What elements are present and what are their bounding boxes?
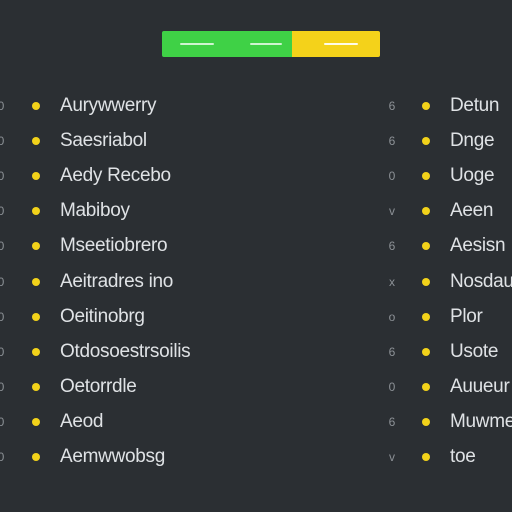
item-number: 0 bbox=[0, 415, 5, 430]
list-item[interactable]: 6 Muwme bbox=[380, 405, 512, 440]
item-number: 0 bbox=[0, 239, 5, 254]
item-number: v bbox=[389, 204, 395, 219]
list-item[interactable]: 0 Uoge bbox=[380, 158, 512, 193]
list-item[interactable]: 0 Aedy Recebo bbox=[0, 158, 240, 193]
list-item[interactable]: 0 Aeod bbox=[0, 405, 240, 440]
item-label: Aeod bbox=[60, 411, 104, 433]
bullet-icon bbox=[422, 171, 430, 180]
item-number: 6 bbox=[388, 344, 396, 359]
item-label: Detun bbox=[450, 94, 500, 116]
list-item[interactable]: 0 Oetorrdle bbox=[0, 370, 240, 405]
list-item[interactable]: v toe bbox=[380, 440, 512, 475]
bullet-icon bbox=[32, 207, 40, 216]
bullet-icon bbox=[32, 277, 40, 286]
item-label: Plor bbox=[450, 305, 483, 327]
item-label: Aurywwerry bbox=[60, 94, 157, 116]
item-number: 0 bbox=[0, 309, 5, 324]
item-label: Aemwwobsg bbox=[60, 446, 166, 468]
item-number: 0 bbox=[0, 380, 5, 395]
dash-mark bbox=[180, 43, 214, 45]
item-number: o bbox=[388, 309, 396, 324]
item-number: 6 bbox=[388, 415, 396, 430]
item-label: Oeitinobrg bbox=[60, 305, 145, 327]
dash-mark bbox=[250, 43, 282, 45]
item-number: 6 bbox=[388, 239, 396, 254]
item-number: v bbox=[389, 450, 395, 465]
item-label: Usote bbox=[450, 340, 499, 362]
item-number: 0 bbox=[0, 204, 5, 219]
item-label: Aeen bbox=[450, 200, 494, 222]
yellow-segment bbox=[292, 31, 380, 57]
bullet-icon bbox=[32, 453, 40, 462]
item-number: 0 bbox=[0, 344, 5, 359]
item-label: Dnge bbox=[450, 129, 495, 151]
item-number: 0 bbox=[0, 168, 5, 183]
list-item[interactable]: 0 Mabiboy bbox=[0, 194, 240, 229]
progress-header-bar bbox=[162, 31, 380, 57]
item-number: 6 bbox=[388, 98, 396, 113]
bullet-icon bbox=[32, 418, 40, 427]
list-item[interactable]: 0 Aemwwobsg bbox=[0, 440, 240, 475]
bullet-icon bbox=[32, 242, 40, 251]
bullet-icon bbox=[32, 312, 40, 321]
list-item[interactable]: 6 Aesisn bbox=[380, 229, 512, 264]
green-segment bbox=[162, 31, 302, 57]
item-number: 0 bbox=[0, 133, 5, 148]
item-label: Mabiboy bbox=[60, 200, 130, 222]
item-label: toe bbox=[450, 446, 476, 468]
list-item[interactable]: 0 Oeitinobrg bbox=[0, 299, 240, 334]
list-item[interactable]: 0 Mseetiobrero bbox=[0, 229, 240, 264]
item-label: Oetorrdle bbox=[60, 376, 137, 398]
item-number: 0 bbox=[0, 98, 5, 113]
list-item[interactable]: x Nosdaue bbox=[380, 264, 512, 299]
list-item[interactable]: 6 Dnge bbox=[380, 123, 512, 158]
bullet-icon bbox=[32, 136, 40, 145]
item-label: Aesisn bbox=[450, 235, 506, 257]
item-label: Aeitradres ino bbox=[60, 270, 174, 292]
item-label: Saesriabol bbox=[60, 129, 147, 151]
item-number: 6 bbox=[388, 133, 396, 148]
item-label: Auueur bbox=[450, 376, 510, 398]
item-number: x bbox=[389, 274, 395, 289]
left-list: 0 Aurywwerry 0 Saesriabol 0 Aedy Recebo 0 Ma… bbox=[0, 88, 240, 475]
bullet-icon bbox=[422, 242, 430, 251]
bullet-icon bbox=[32, 101, 40, 110]
bullet-icon bbox=[422, 347, 430, 356]
list-item[interactable]: v Aeen bbox=[380, 194, 512, 229]
list-item[interactable]: 0 Aeitradres ino bbox=[0, 264, 240, 299]
dash-mark bbox=[324, 43, 358, 45]
right-list: 6 Detun 6 Dnge 0 Uoge v Aeen 6 Aesisn x Nosdau… bbox=[380, 88, 512, 475]
item-label: Nosdaue bbox=[450, 270, 512, 292]
bullet-icon bbox=[422, 383, 430, 392]
bullet-icon bbox=[422, 277, 430, 286]
list-item[interactable]: 0 Saesriabol bbox=[0, 123, 240, 158]
item-number: 0 bbox=[0, 274, 5, 289]
item-label: Aedy Recebo bbox=[60, 164, 171, 186]
bullet-icon bbox=[422, 207, 430, 216]
list-item[interactable]: 6 Detun bbox=[380, 88, 512, 123]
item-label: Uoge bbox=[450, 164, 495, 186]
item-label: Muwme bbox=[450, 411, 512, 433]
list-item[interactable]: 0 Aurywwerry bbox=[0, 88, 240, 123]
bullet-icon bbox=[32, 383, 40, 392]
item-label: Mseetiobrero bbox=[60, 235, 168, 257]
bullet-icon bbox=[422, 418, 430, 427]
item-number: 0 bbox=[0, 450, 5, 465]
bullet-icon bbox=[32, 347, 40, 356]
list-item[interactable]: o Plor bbox=[380, 299, 512, 334]
item-number: 0 bbox=[388, 168, 396, 183]
item-number: 0 bbox=[388, 380, 396, 395]
list-item[interactable]: 6 Usote bbox=[380, 334, 512, 369]
list-item[interactable]: 0 Otdosoestrsoilis bbox=[0, 334, 240, 369]
bullet-icon bbox=[422, 101, 430, 110]
bullet-icon bbox=[422, 453, 430, 462]
item-label: Otdosoestrsoilis bbox=[60, 340, 191, 362]
bullet-icon bbox=[32, 171, 40, 180]
bullet-icon bbox=[422, 312, 430, 321]
list-item[interactable]: 0 Auueur bbox=[380, 370, 512, 405]
bullet-icon bbox=[422, 136, 430, 145]
